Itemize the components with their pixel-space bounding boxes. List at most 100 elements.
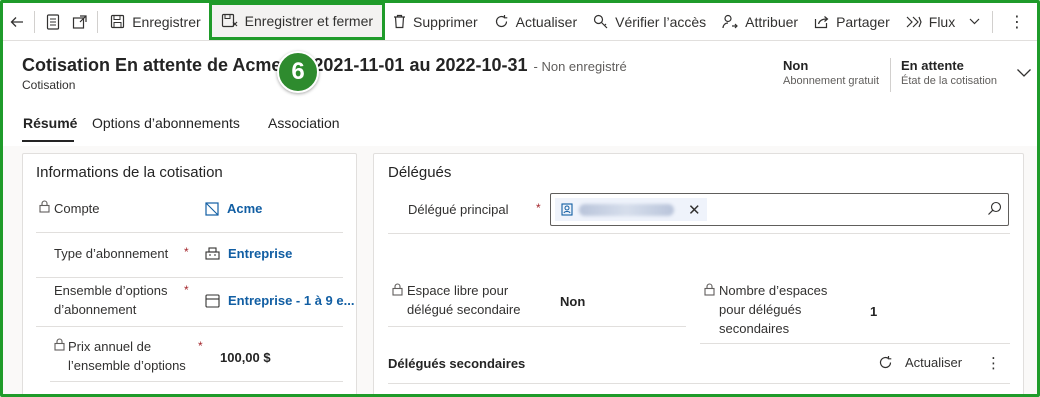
- save-and-close-button[interactable]: Enregistrer et fermer: [208, 1, 386, 40]
- refresh-button[interactable]: Actualiser: [486, 4, 585, 40]
- share-label: Partager: [836, 13, 890, 30]
- building-icon: [205, 247, 220, 260]
- person-assign-icon: [722, 14, 738, 29]
- blurred-contact-name: [579, 203, 674, 216]
- lock-icon: [704, 283, 715, 299]
- save-icon: [110, 14, 125, 29]
- flow-icon: [906, 15, 922, 29]
- option-set-label: Ensemble d’options d’abonnement: [54, 283, 168, 317]
- remove-selection-icon[interactable]: ✕: [688, 201, 701, 219]
- back-button[interactable]: [3, 4, 30, 40]
- chevron-down-icon: [1017, 69, 1031, 77]
- free-membership-value: Non: [783, 58, 809, 73]
- save-button[interactable]: Enregistrer: [102, 4, 208, 40]
- key-search-icon: [593, 14, 608, 29]
- entity-name: Cotisation: [22, 78, 76, 92]
- free-space-value: Non: [560, 294, 586, 309]
- command-bar: Enregistrer Enregistrer et fermer Suppri…: [3, 1, 1037, 41]
- required-indicator: *: [536, 201, 541, 215]
- form-view-button[interactable]: [39, 4, 66, 40]
- lock-icon: [39, 200, 50, 216]
- chevron-down-icon: [969, 18, 980, 25]
- check-access-button[interactable]: Vérifier l’accès: [585, 4, 714, 40]
- secondary-spaces-label: Nombre d’espaces pour délégués secondair…: [719, 283, 828, 336]
- price-value: 100,00 $: [220, 350, 271, 365]
- trash-icon: [393, 14, 406, 29]
- divider: [50, 381, 343, 382]
- divider: [388, 383, 1010, 384]
- secondary-delegates-title: Délégués secondaires: [388, 356, 526, 371]
- required-indicator: *: [198, 339, 203, 353]
- flow-label: Flux: [928, 13, 956, 30]
- tab-association[interactable]: Association: [268, 115, 340, 131]
- refresh-label: Actualiser: [515, 13, 578, 30]
- divider: [36, 277, 343, 278]
- divider: [36, 326, 343, 327]
- subgrid-refresh-label: Actualiser: [905, 355, 963, 370]
- save-status: - Non enregistré: [533, 59, 627, 74]
- active-tab-indicator: [22, 140, 74, 142]
- membership-status-value: En attente: [901, 58, 964, 73]
- page-title: Cotisation En attente de Acme du 2021-11…: [22, 55, 627, 76]
- delete-label: Supprimer: [413, 13, 478, 30]
- divider: [700, 343, 1010, 344]
- lock-icon: [54, 338, 65, 354]
- option-set-lookup-link[interactable]: Entreprise - 1 à 9 e...: [205, 293, 354, 308]
- expand-header-button[interactable]: [1016, 66, 1032, 81]
- option-set-value: Entreprise - 1 à 9 e...: [228, 293, 355, 308]
- header-field-membership-status: En attente État de la cotisation: [901, 58, 997, 87]
- lock-icon: [392, 283, 403, 299]
- required-indicator: *: [184, 283, 189, 297]
- separator: [97, 10, 99, 33]
- contact-icon: [561, 203, 573, 216]
- section-title: Délégués: [388, 164, 452, 181]
- save-label: Enregistrer: [132, 13, 201, 30]
- subgrid-refresh-button[interactable]: Actualiser: [878, 355, 962, 370]
- secondary-spaces-value: 1: [870, 304, 878, 319]
- refresh-icon: [494, 14, 509, 29]
- membership-type-label: Type d’abonnement: [54, 246, 169, 261]
- share-button[interactable]: Partager: [806, 4, 898, 40]
- free-space-label: Espace libre pour délégué secondaire: [407, 283, 521, 317]
- account-value: Acme: [227, 201, 263, 216]
- membership-type-value: Entreprise: [228, 246, 293, 261]
- account-label: Compte: [54, 201, 100, 216]
- primary-delegate-label: Délégué principal: [408, 202, 509, 217]
- record-title: Cotisation En attente de Acme du 2021-11…: [22, 55, 528, 75]
- membership-type-lookup-link[interactable]: Entreprise: [205, 246, 292, 261]
- option-set-icon: [205, 293, 220, 308]
- check-access-label: Vérifier l’accès: [615, 13, 707, 30]
- required-indicator: *: [184, 245, 189, 259]
- more-commands-icon[interactable]: ⋮: [997, 12, 1037, 32]
- account-lookup-link[interactable]: Acme: [205, 201, 262, 216]
- price-label: Prix annuel de l’ensemble d’options: [68, 339, 186, 373]
- selected-contact-chip[interactable]: ✕: [555, 198, 707, 221]
- divider: [388, 326, 686, 327]
- back-arrow-icon: [10, 16, 23, 27]
- tab-summary[interactable]: Résumé: [23, 115, 77, 131]
- save-and-close-icon: [221, 13, 238, 28]
- divider: [36, 232, 343, 233]
- assign-button[interactable]: Attribuer: [714, 4, 806, 40]
- delete-button[interactable]: Supprimer: [385, 4, 486, 40]
- free-membership-label: Abonnement gratuit: [783, 75, 880, 87]
- refresh-icon: [878, 355, 893, 370]
- divider: [388, 233, 1010, 234]
- header-divider: [890, 58, 891, 92]
- search-icon[interactable]: [987, 201, 1002, 219]
- document-icon: [46, 13, 59, 30]
- flow-button[interactable]: Flux: [898, 4, 988, 40]
- subgrid-more-icon[interactable]: ⋮: [986, 354, 1001, 372]
- save-and-close-label: Enregistrer et fermer: [244, 12, 374, 29]
- open-new-window-button[interactable]: [66, 4, 93, 40]
- section-title: Informations de la cotisation: [36, 164, 223, 181]
- tab-membership-options[interactable]: Options d’abonnements: [92, 115, 240, 131]
- separator: [34, 10, 35, 33]
- open-in-new-window-icon: [72, 14, 87, 29]
- separator: [992, 10, 993, 33]
- share-icon: [814, 14, 829, 29]
- assign-label: Attribuer: [745, 13, 799, 30]
- membership-status-label: État de la cotisation: [901, 75, 998, 87]
- primary-delegate-lookup[interactable]: ✕: [550, 193, 1009, 226]
- step-number-badge: 6: [277, 51, 319, 93]
